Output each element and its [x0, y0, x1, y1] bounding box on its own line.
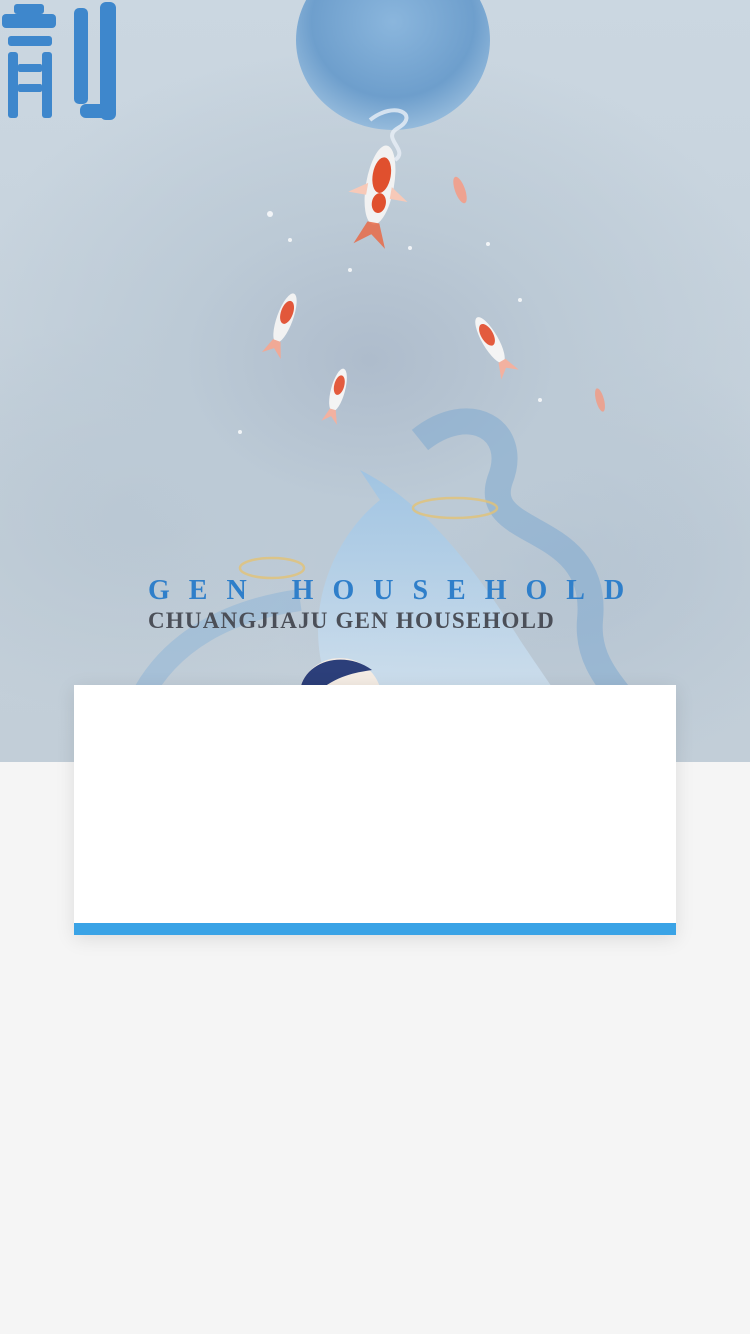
- koi-fish-large: [348, 145, 408, 249]
- hero-banner: GEN HOUSEHOLD CHUANGJIAJU GEN HOUSEHOLD: [0, 0, 750, 762]
- card-body: [74, 685, 676, 923]
- koi-fish-small-3: [321, 368, 347, 425]
- content-card: [74, 685, 676, 935]
- koi-fish-small-1: [261, 293, 297, 360]
- brand-subtitle: CHUANGJIAJU GEN HOUSEHOLD: [148, 608, 555, 633]
- brand-title: GEN HOUSEHOLD: [148, 575, 644, 606]
- halo-ring-1: [411, 496, 499, 520]
- card-accent-bar: [74, 923, 676, 935]
- koi-fish-small-2: [475, 317, 519, 380]
- page: GEN HOUSEHOLD CHUANGJIAJU GEN HOUSEHOLD: [0, 0, 750, 1334]
- koi-fish-tiny-2: [595, 388, 605, 412]
- koi-fish-tiny-1: [453, 176, 467, 204]
- brand-seal-icon: [2, 2, 116, 120]
